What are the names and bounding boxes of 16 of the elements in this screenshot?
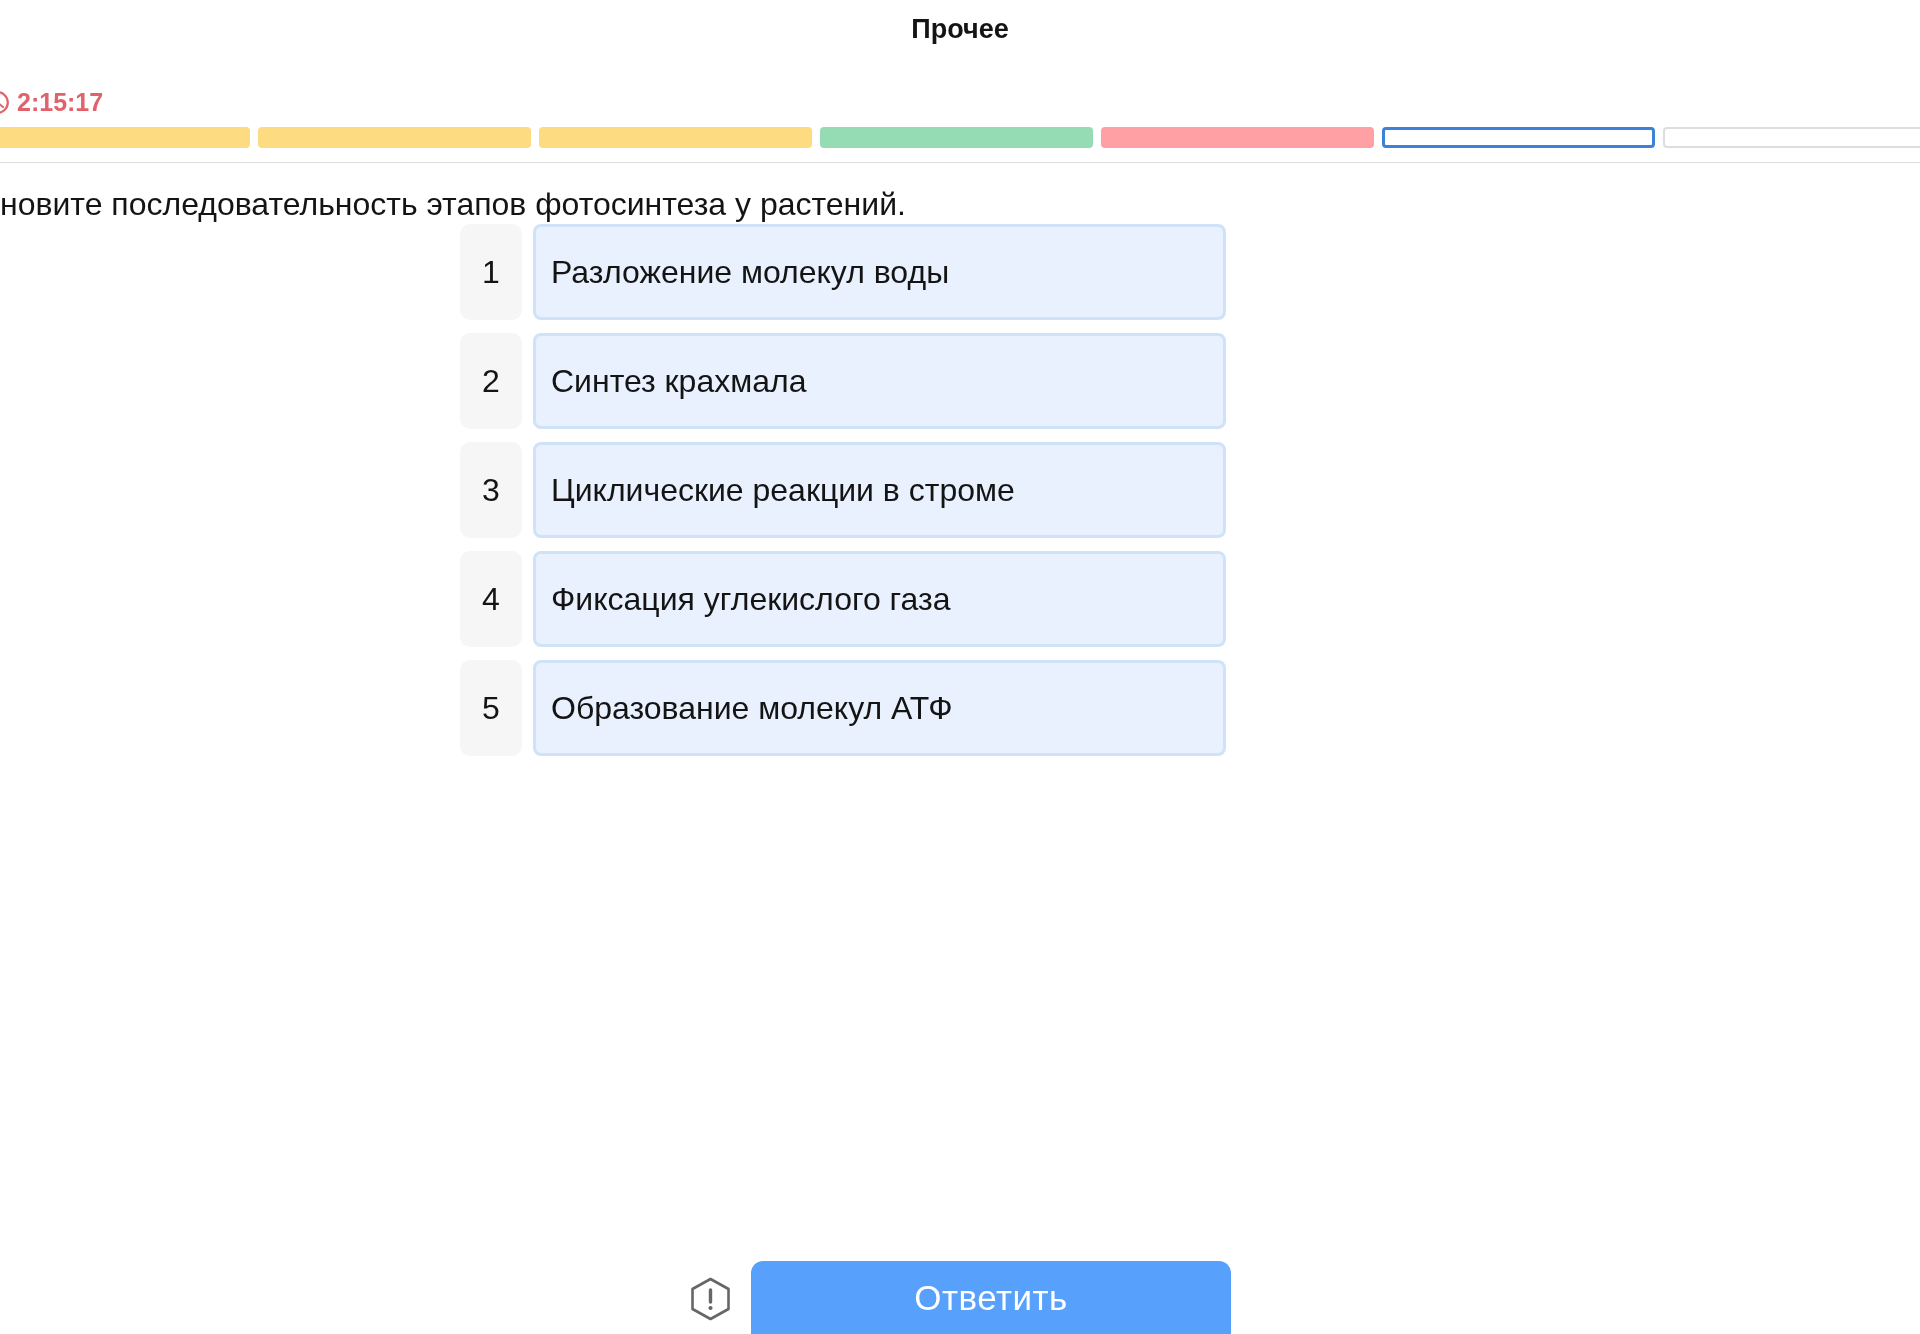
clock-icon (0, 90, 9, 114)
answer-option[interactable]: Образование молекул АТФ (533, 660, 1226, 756)
alert-icon[interactable] (690, 1276, 731, 1321)
timer-text: 2:15:17 (17, 87, 104, 117)
answer-option[interactable]: Фиксация углекислого газа (533, 551, 1226, 647)
answer-option[interactable]: Разложение молекул воды (533, 224, 1226, 320)
answer-option[interactable]: Циклические реакции в строме (533, 442, 1226, 538)
order-number: 2 (460, 333, 522, 429)
order-number: 5 (460, 660, 522, 756)
order-number: 1 (460, 224, 522, 320)
progress-segment[interactable] (1382, 127, 1655, 148)
order-number: 3 (460, 442, 522, 538)
page-title: Прочее (911, 13, 1009, 45)
question-text: новите последовательность этапов фотосинтеза у растений. (0, 185, 907, 223)
order-number: 4 (460, 551, 522, 647)
answer-option[interactable]: Синтез крахмала (533, 333, 1226, 429)
